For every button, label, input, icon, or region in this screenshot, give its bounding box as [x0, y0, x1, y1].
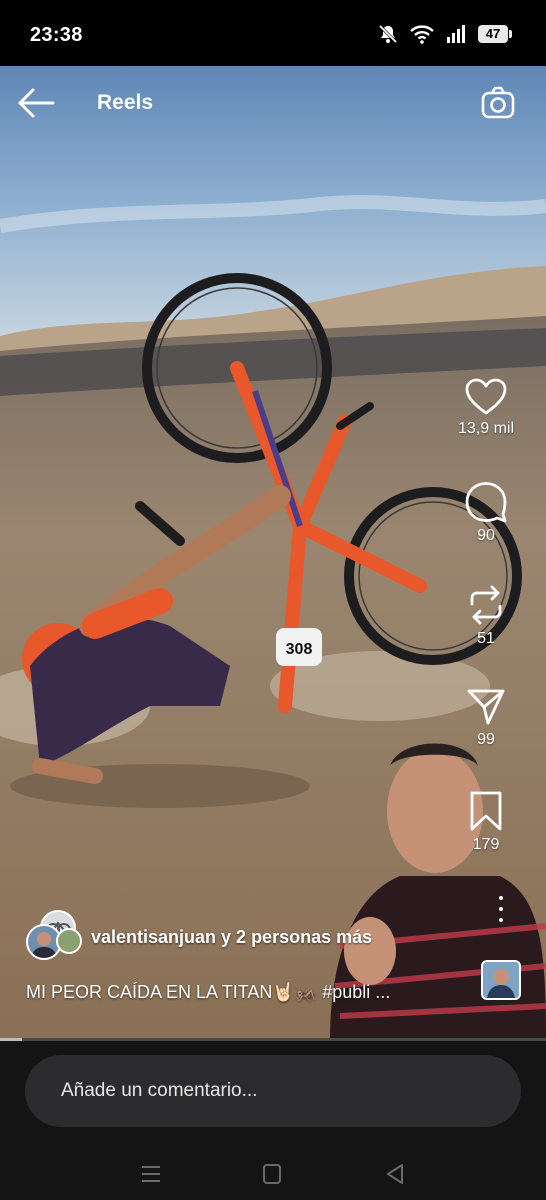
wifi-icon	[410, 25, 434, 44]
arrow-left-icon[interactable]	[16, 86, 56, 120]
comment-input[interactable]	[61, 1071, 481, 1111]
heart-icon	[465, 378, 507, 415]
save-count: 179	[472, 836, 500, 853]
back-icon[interactable]	[380, 1161, 410, 1187]
repost-icon	[470, 585, 502, 625]
status-icons: 47	[378, 24, 512, 44]
system-nav-bar	[0, 1149, 546, 1200]
page-title: Reels	[97, 91, 154, 114]
battery-level: 47	[478, 25, 508, 43]
comment-count: 90	[477, 527, 495, 544]
bib-number: 308	[286, 641, 313, 658]
save-button[interactable]: 179	[440, 790, 532, 854]
home-icon[interactable]	[257, 1161, 287, 1187]
status-time: 23:38	[30, 24, 83, 46]
reel-caption[interactable]: MI PEOR CAÍDA EN LA TITAN🤘🏻🦗 #publi ...	[26, 982, 390, 1003]
like-count: 13,9 mil	[457, 420, 515, 437]
repost-button[interactable]: 51	[440, 584, 532, 648]
mute-icon	[378, 24, 398, 44]
bookmark-icon	[470, 791, 502, 831]
top-bar: Reels	[0, 66, 546, 142]
video-frame: 308	[0, 66, 546, 1040]
author-avatars[interactable]	[26, 910, 82, 964]
comment-button[interactable]: 90	[440, 481, 532, 545]
comment-bubble-icon	[465, 482, 507, 523]
author-names[interactable]: valentisanjuan y 2 personas más	[91, 927, 372, 948]
audio-avatar-icon	[483, 962, 519, 998]
signal-icon	[447, 25, 465, 43]
like-button[interactable]: 13,9 mil	[440, 378, 532, 438]
avatar	[56, 928, 82, 954]
bottom-bar	[0, 1041, 546, 1200]
audio-thumbnail[interactable]	[481, 960, 521, 1000]
repost-count: 51	[477, 630, 495, 647]
comment-box[interactable]	[25, 1055, 521, 1127]
send-icon	[467, 689, 505, 725]
more-options-icon[interactable]	[496, 896, 506, 926]
battery-icon: 47	[478, 25, 512, 43]
share-button[interactable]: 99	[440, 687, 532, 749]
reel-video[interactable]: 308	[0, 66, 546, 1040]
status-bar: 23:38 47	[0, 0, 546, 66]
camera-icon[interactable]	[480, 85, 516, 121]
share-count: 99	[477, 731, 495, 748]
menu-icon[interactable]	[136, 1161, 166, 1187]
